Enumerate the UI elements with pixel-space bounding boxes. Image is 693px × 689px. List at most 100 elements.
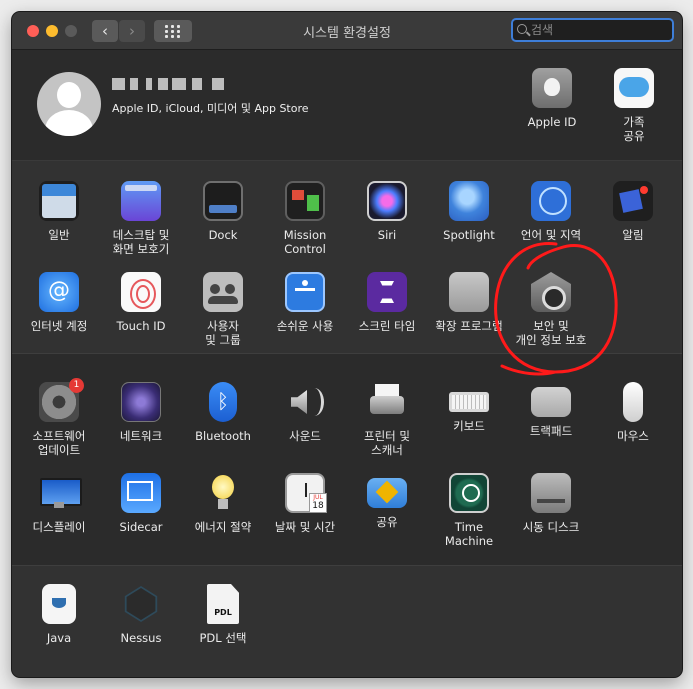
pref-label: 언어 및 지역 [520,228,582,242]
search-input[interactable]: 검색 [511,18,674,42]
bluetooth-icon [209,382,237,422]
pref-label: 소프트웨어 업데이트 [32,429,86,457]
pref-label: 마우스 [617,429,649,443]
system-preferences-window: ‹ › 시스템 환경설정 검색 Apple ID, iCloud, 미디어 및 … [12,12,682,677]
pref-sound[interactable]: 사운드 [263,382,347,443]
pref-label: 일반 [48,228,70,242]
pref-users-groups[interactable]: 사용자 및 그룹 [181,272,265,347]
pref-label: 알림 [622,228,644,242]
house-lock-icon [531,272,571,312]
pref-label: Dock [208,228,238,242]
pref-label: Nessus [120,631,162,645]
pref-bluetooth[interactable]: Bluetooth [181,382,265,443]
user-name-redacted [112,72,242,92]
pref-energy-saver[interactable]: 에너지 절약 [181,473,265,534]
pref-time-machine[interactable]: Time Machine [427,473,511,548]
pref-label: 손쉬운 사용 [276,319,334,333]
pref-label: Siri [377,228,397,242]
pref-label: Spotlight [443,228,495,242]
siri-icon [367,181,407,221]
pref-printers-scanners[interactable]: 프린터 및 스캐너 [345,382,429,457]
apple-icon [532,68,572,108]
pref-label: 네트워크 [119,429,163,443]
pref-spotlight[interactable]: Spotlight [427,181,511,242]
calendar-month: JUL [313,494,323,501]
pref-network[interactable]: 네트워크 [99,382,183,443]
pref-notifications[interactable]: 알림 [591,181,675,242]
pref-label: Apple ID [527,115,577,129]
pref-apple-id[interactable]: Apple ID [510,68,594,129]
pref-label: 디스플레이 [32,520,86,534]
mission-control-icon [285,181,325,221]
pref-startup-disk[interactable]: 시동 디스크 [509,473,593,534]
pref-pdl[interactable]: PDL 선택 [181,584,265,645]
pref-sidecar[interactable]: Sidecar [99,473,183,534]
pref-dock[interactable]: Dock [181,181,265,242]
pref-label: 사운드 [289,429,321,443]
pref-touch-id[interactable]: Touch ID [99,272,183,333]
pdl-document-icon [207,584,239,624]
pref-general[interactable]: 일반 [17,181,101,242]
hourglass-icon [367,272,407,312]
pref-displays[interactable]: 디스플레이 [17,473,101,534]
pref-software-update[interactable]: 1 소프트웨어 업데이트 [17,378,101,457]
pref-label: Touch ID [116,319,166,333]
monitor-icon [39,473,82,513]
pref-label: 프린터 및 스캐너 [364,429,410,457]
accessibility-icon [285,272,325,312]
pref-desktop-screensaver[interactable]: 데스크탑 및 화면 보호기 [99,181,183,256]
mouse-icon [623,382,643,422]
nessus-hexagon-icon [121,584,161,624]
at-sign-icon [39,272,79,312]
pref-label: 스크린 타임 [358,319,416,333]
calendar-day: 18 [312,501,324,511]
java-icon [42,584,76,624]
pref-label: 사용자 및 그룹 [205,319,241,347]
pref-screen-time[interactable]: 스크린 타임 [345,272,429,333]
pref-extensions[interactable]: 확장 프로그램 [427,272,511,333]
pref-label: Bluetooth [195,429,251,443]
pref-nessus[interactable]: Nessus [99,584,183,645]
pref-mouse[interactable]: 마우스 [591,382,675,443]
pref-date-time[interactable]: JUL 18 날짜 및 시간 [263,473,347,534]
clock-calendar-icon: JUL 18 [285,473,327,513]
pref-label: PDL 선택 [199,631,247,645]
avatar[interactable] [37,72,101,136]
pref-label: 에너지 절약 [194,520,252,534]
pref-keyboard[interactable]: 키보드 [427,382,511,433]
notifications-icon [613,181,653,221]
lightbulb-icon [203,473,243,513]
pref-accessibility[interactable]: 손쉬운 사용 [263,272,347,333]
time-machine-icon [449,473,489,513]
pref-language-region[interactable]: 언어 및 지역 [509,181,593,242]
desktop-icon [121,181,161,221]
pref-sharing[interactable]: 공유 [345,473,429,529]
update-count-badge: 1 [69,378,84,393]
users-icon [203,272,243,312]
search-placeholder: 검색 [531,23,554,37]
gear-icon: 1 [39,378,84,422]
pref-label: 데스크탑 및 화면 보호기 [112,228,170,256]
network-globe-icon [121,382,161,422]
pref-label: 보안 및 개인 정보 보호 [515,319,587,347]
speaker-icon [285,382,325,422]
pref-label: 가족 공유 [623,115,645,143]
general-icon [39,181,79,221]
pref-label: 날짜 및 시간 [274,520,336,534]
pref-family-sharing[interactable]: 가족 공유 [592,68,676,143]
pref-java[interactable]: Java [17,584,101,645]
spotlight-icon [449,181,489,221]
pref-label: 트랙패드 [529,424,573,438]
hard-drive-icon [531,473,571,513]
globe-flag-icon [531,181,571,221]
trackpad-icon [531,387,571,417]
pref-label: Time Machine [444,520,494,548]
fingerprint-icon [121,272,161,312]
pref-label: 시동 디스크 [522,520,580,534]
pref-mission-control[interactable]: Mission Control [263,181,347,256]
pref-security-privacy[interactable]: 보안 및 개인 정보 보호 [509,272,593,347]
pref-siri[interactable]: Siri [345,181,429,242]
pref-trackpad[interactable]: 트랙패드 [509,382,593,438]
sidecar-icon [121,473,161,513]
pref-internet-accounts[interactable]: 인터넷 계정 [17,272,101,333]
